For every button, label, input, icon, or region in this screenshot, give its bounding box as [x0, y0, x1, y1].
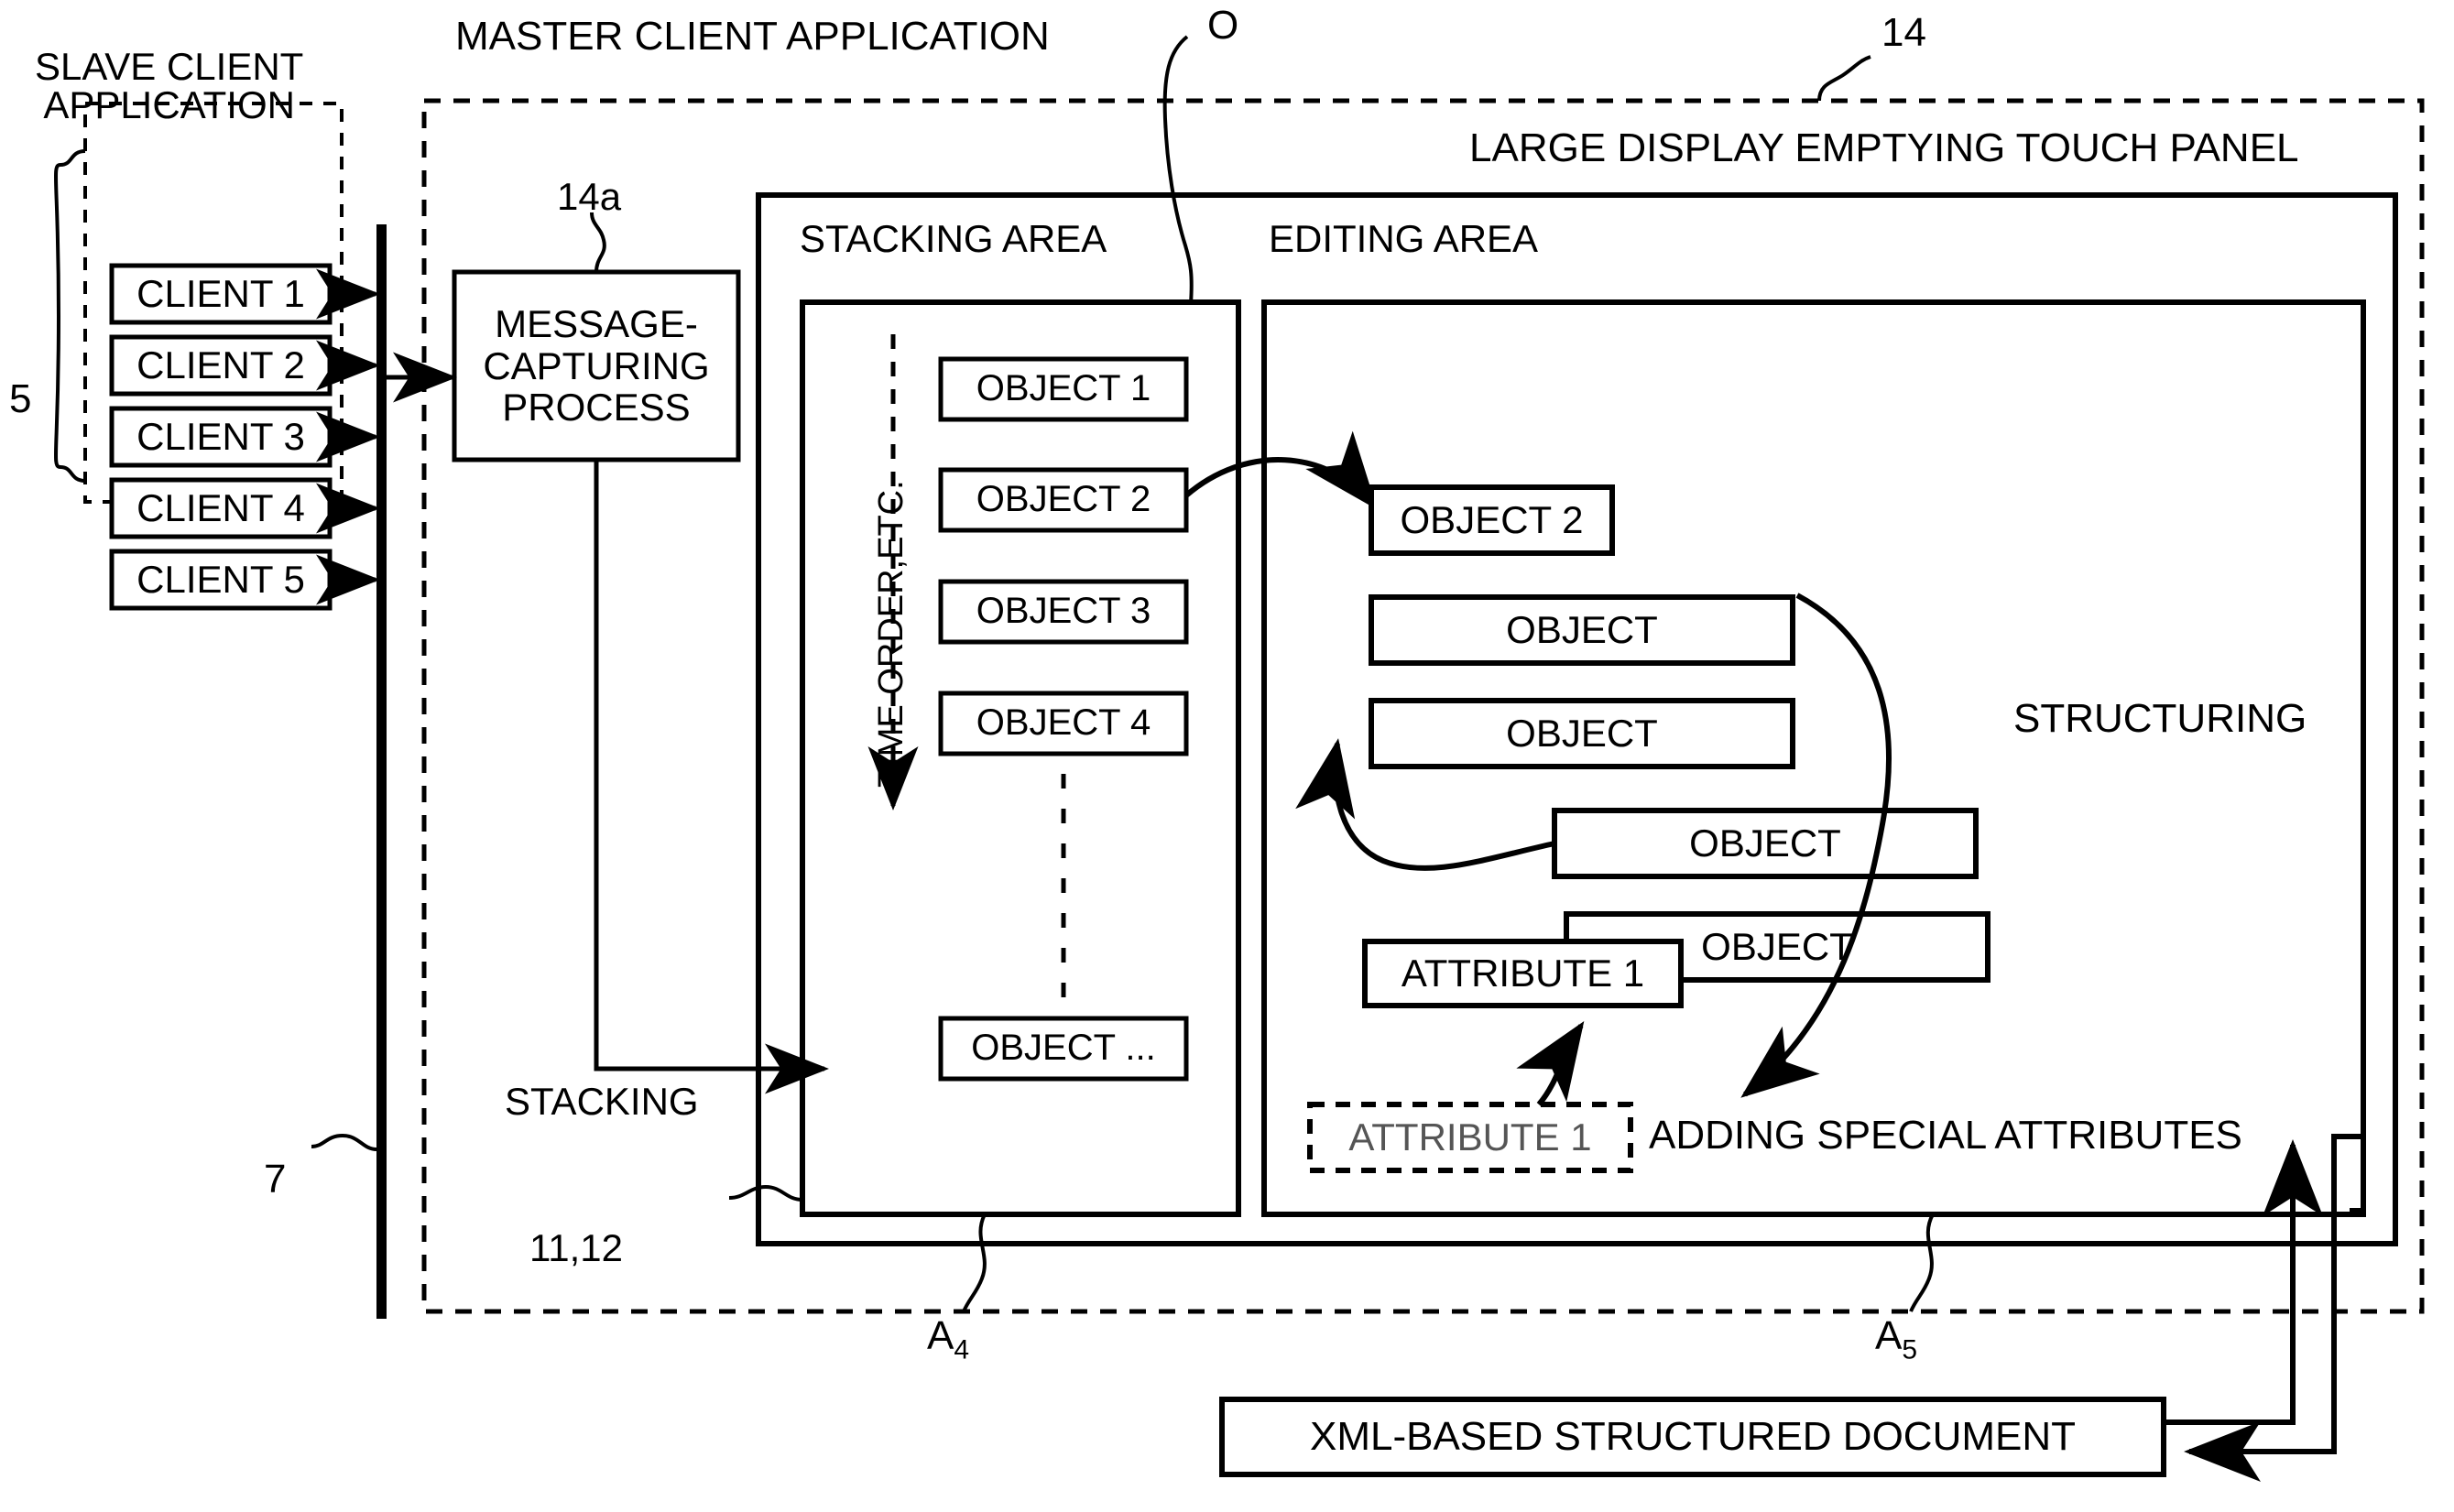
stack-object-label-1[interactable]: OBJECT 1: [941, 359, 1186, 419]
attribute-solid-label[interactable]: ATTRIBUTE 1: [1365, 941, 1681, 1006]
client-label-5[interactable]: CLIENT 5: [112, 551, 330, 608]
stacking-flow-label: STACKING: [505, 1080, 699, 1123]
reference-numeral-o: O: [1207, 3, 1239, 48]
large-display-heading: LARGE DISPLAY EMPTYING TOUCH PANEL: [1469, 125, 2299, 170]
xml-document-label[interactable]: XML-BASED STRUCTURED DOCUMENT: [1222, 1399, 2164, 1474]
client-label-3[interactable]: CLIENT 3: [112, 408, 330, 465]
leader-a5: [1909, 1213, 1935, 1312]
master-client-application-heading: MASTER CLIENT APPLICATION: [455, 14, 1050, 59]
slave-client-application-heading: SLAVE CLIENT APPLICATION: [35, 45, 304, 126]
leader-o: [1162, 35, 1194, 305]
stack-object-label-2[interactable]: OBJECT 2: [941, 470, 1186, 530]
a5-subscript: 5: [1902, 1334, 1918, 1365]
stack-object-label-3[interactable]: OBJECT 3: [941, 582, 1186, 642]
editing-to-xml-arrow: [2184, 1134, 2363, 1482]
stack-to-editing-arrow: [1184, 430, 1378, 510]
reference-numeral-11-12: 11,12: [529, 1226, 623, 1269]
reference-numeral-7: 7: [264, 1157, 287, 1202]
client-label-4[interactable]: CLIENT 4: [112, 480, 330, 537]
adding-special-attributes-label: ADDING SPECIAL ATTRIBUTES: [1649, 1113, 2242, 1158]
edit-object-label-3[interactable]: OBJECT: [1371, 701, 1793, 767]
network-bus: [376, 224, 387, 1319]
editing-area-heading: EDITING AREA: [1269, 217, 1539, 260]
edit-object-label-4[interactable]: OBJECT: [1554, 810, 1976, 876]
stack-object-label-5[interactable]: OBJECT ...: [941, 1018, 1186, 1079]
attribute-dashed-label[interactable]: ATTRIBUTE 1: [1310, 1104, 1631, 1170]
client-label-2[interactable]: CLIENT 2: [112, 337, 330, 394]
stack-object-label-4[interactable]: OBJECT 4: [941, 693, 1186, 754]
leader-7: [311, 1133, 377, 1151]
time-order-axis-label: TIME ORDER,ETC.: [872, 480, 911, 788]
xml-to-editing-arrow: [2164, 1139, 2323, 1425]
reference-numeral-a4: A4: [927, 1316, 969, 1365]
patent-figure-canvas: SLAVE CLIENT APPLICATION 5 CLIENT 1 CLIE…: [0, 0, 2454, 1512]
leader-14: [1817, 55, 1871, 102]
a5-letter: A: [1875, 1313, 1903, 1358]
stacking-flow-line: [594, 460, 829, 1094]
client-label-1[interactable]: CLIENT 1: [112, 266, 330, 322]
leader-14a: [590, 212, 606, 273]
leader-11-12: [728, 1184, 803, 1202]
a4-subscript: 4: [954, 1334, 970, 1365]
message-capturing-process-label[interactable]: MESSAGE- CAPTURING PROCESS: [458, 272, 735, 460]
reference-numeral-5: 5: [9, 376, 32, 421]
stacking-area-heading: STACKING AREA: [800, 217, 1107, 260]
edit-object-label-1[interactable]: OBJECT 2: [1371, 487, 1612, 553]
a4-letter: A: [927, 1313, 954, 1358]
structuring-label: STRUCTURING: [2013, 696, 2307, 741]
edit-object-label-2[interactable]: OBJECT: [1371, 597, 1793, 663]
reference-numeral-a5: A5: [1875, 1316, 1917, 1365]
attribute-add-arrow: [1516, 1021, 1585, 1106]
diagram-linework: [53, 35, 2425, 1482]
leader-a4: [962, 1213, 987, 1312]
reference-numeral-14a: 14a: [557, 175, 622, 218]
reference-numeral-14: 14: [1881, 10, 1926, 55]
